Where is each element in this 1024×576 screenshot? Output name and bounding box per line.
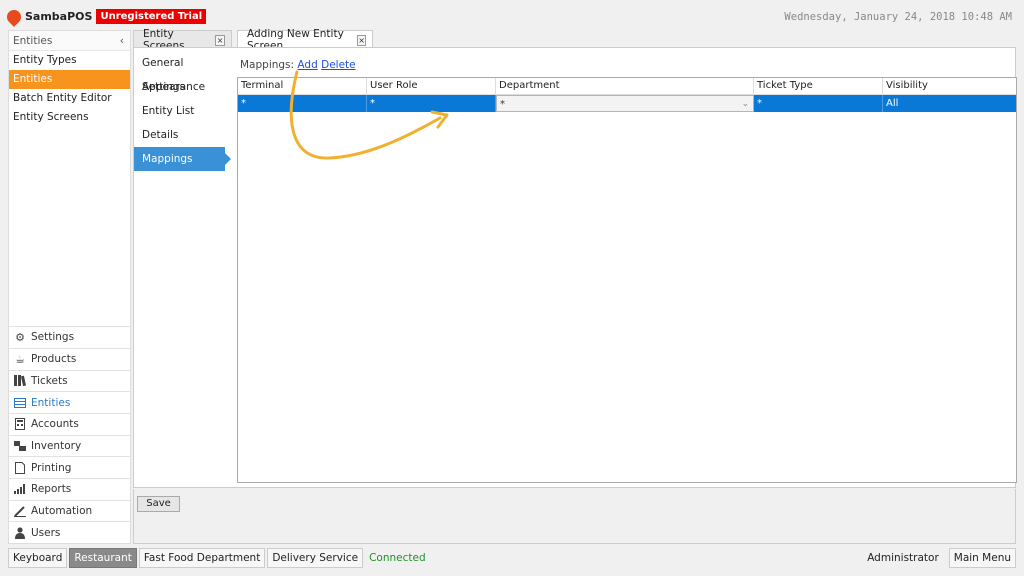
mappings-label: Mappings: (240, 59, 295, 71)
nav-item-products[interactable]: ☕ Products (9, 347, 130, 370)
side-tab-mappings[interactable]: Mappings (134, 147, 231, 171)
app-name: SambaPOS (25, 10, 93, 23)
side-tab-appearance[interactable]: Appearance (134, 75, 227, 99)
nav-item-users[interactable]: Users (9, 521, 130, 543)
nav-label: Entities (31, 396, 71, 409)
side-tab-details[interactable]: Details (134, 123, 227, 147)
close-icon[interactable]: × (357, 34, 366, 46)
department-value: * (500, 99, 505, 110)
column-header-user-role[interactable]: User Role (367, 78, 496, 94)
left-panel: Entities ‹ Entity Types Entities Batch E… (8, 30, 131, 544)
nav-label: Tickets (31, 374, 68, 387)
cell-ticket-type[interactable]: * (754, 95, 883, 112)
calculator-icon (14, 418, 26, 431)
nav-item-entities[interactable]: Entities (9, 391, 130, 413)
department-dropdown[interactable]: * ⌄ (496, 95, 754, 112)
datetime-display: Wednesday, January 24, 2018 10:48 AM (784, 11, 1012, 23)
restaurant-button[interactable]: Restaurant (69, 548, 137, 568)
settings-side-tabs: General Settings Appearance Entity List … (134, 48, 231, 487)
tab-adding-new-entity-screen[interactable]: Adding New Entity Screen × (237, 28, 373, 52)
nav-item-automation[interactable]: Automation (9, 499, 130, 522)
status-bar: Keyboard Restaurant Fast Food Department… (0, 547, 1024, 569)
boxes-icon (14, 440, 26, 452)
nav-label: Reports (31, 483, 72, 496)
cup-icon: ☕ (15, 352, 25, 366)
editor-panel: General Settings Appearance Entity List … (133, 47, 1017, 488)
department-button[interactable]: Fast Food Department (138, 548, 266, 568)
column-header-terminal[interactable]: Terminal (238, 78, 367, 94)
nav-label: Settings (31, 331, 75, 344)
left-panel-header: Entities ‹ (9, 31, 130, 51)
keyboard-button[interactable]: Keyboard (8, 548, 68, 568)
delete-mapping-link[interactable]: Delete (321, 59, 356, 71)
nav-item-accounts[interactable]: Accounts (9, 412, 130, 435)
cell-user-role[interactable]: * (367, 95, 496, 112)
nav-item-tickets[interactable]: Tickets (9, 369, 130, 392)
app-logo: SambaPOS Unregistered Trial (4, 6, 207, 27)
mappings-grid: Terminal User Role Department Ticket Typ… (237, 77, 1017, 483)
nav-label: Printing (31, 461, 72, 474)
connection-status: Connected (369, 552, 426, 564)
delivery-service-button[interactable]: Delivery Service (267, 548, 364, 568)
column-header-visibility[interactable]: Visibility (883, 78, 1016, 94)
document-icon (14, 461, 26, 474)
close-icon[interactable]: × (215, 34, 225, 46)
mappings-toolbar: Mappings: Add Delete (240, 59, 356, 71)
collapse-icon[interactable]: ‹ (120, 35, 124, 47)
column-header-ticket-type[interactable]: Ticket Type (754, 78, 883, 94)
current-user: Administrator (867, 552, 939, 564)
grid-header-row: Terminal User Role Department Ticket Typ… (238, 78, 1016, 95)
nav-label: Users (31, 526, 61, 539)
gear-icon: ⚙ (15, 330, 25, 344)
title-bar: SambaPOS Unregistered Trial Wednesday, J… (0, 0, 1024, 30)
sidebar-item-entity-screens[interactable]: Entity Screens (9, 108, 130, 127)
sidebar-item-entity-types[interactable]: Entity Types (9, 51, 130, 70)
mappings-pane: Mappings: Add Delete Terminal User Role … (237, 54, 1017, 484)
sidebar-item-batch-entity-editor[interactable]: Batch Entity Editor (9, 89, 130, 108)
sidebar-item-entities[interactable]: Entities (9, 70, 130, 89)
wand-icon (14, 505, 26, 517)
table-icon (14, 397, 26, 409)
trial-badge: Unregistered Trial (96, 9, 207, 24)
module-nav: ⚙ Settings ☕ Products Tickets Entities A… (9, 326, 130, 543)
nav-item-reports[interactable]: Reports (9, 477, 130, 500)
bar-chart-icon (14, 483, 26, 495)
books-icon (14, 375, 26, 387)
cell-visibility[interactable]: All (883, 95, 1016, 112)
add-mapping-link[interactable]: Add (297, 59, 317, 71)
left-panel-title: Entities (13, 34, 53, 47)
table-row[interactable]: * * * ⌄ * All (238, 95, 1016, 112)
nav-label: Inventory (31, 439, 82, 452)
document-tabs: Entity Screens × Adding New Entity Scree… (133, 28, 1024, 52)
footer-right: Administrator Main Menu (863, 548, 1016, 568)
nav-item-inventory[interactable]: Inventory (9, 434, 130, 457)
nav-item-settings[interactable]: ⚙ Settings (9, 326, 130, 348)
nav-item-printing[interactable]: Printing (9, 456, 130, 478)
side-tab-general-settings[interactable]: General Settings (134, 51, 227, 93)
main-menu-button[interactable]: Main Menu (948, 548, 1016, 568)
column-header-department[interactable]: Department (496, 78, 754, 94)
chevron-down-icon: ⌄ (741, 99, 749, 109)
nav-label: Accounts (31, 418, 79, 431)
user-icon (14, 527, 26, 539)
nav-label: Products (31, 353, 77, 366)
nav-label: Automation (31, 504, 93, 517)
tab-entity-screens[interactable]: Entity Screens × (133, 28, 232, 52)
sambapos-logo-icon (4, 6, 24, 27)
side-tab-entity-list[interactable]: Entity List (134, 99, 227, 123)
cell-terminal[interactable]: * (238, 95, 367, 112)
save-button[interactable]: Save (137, 496, 180, 512)
action-strip: Save (133, 489, 1016, 544)
